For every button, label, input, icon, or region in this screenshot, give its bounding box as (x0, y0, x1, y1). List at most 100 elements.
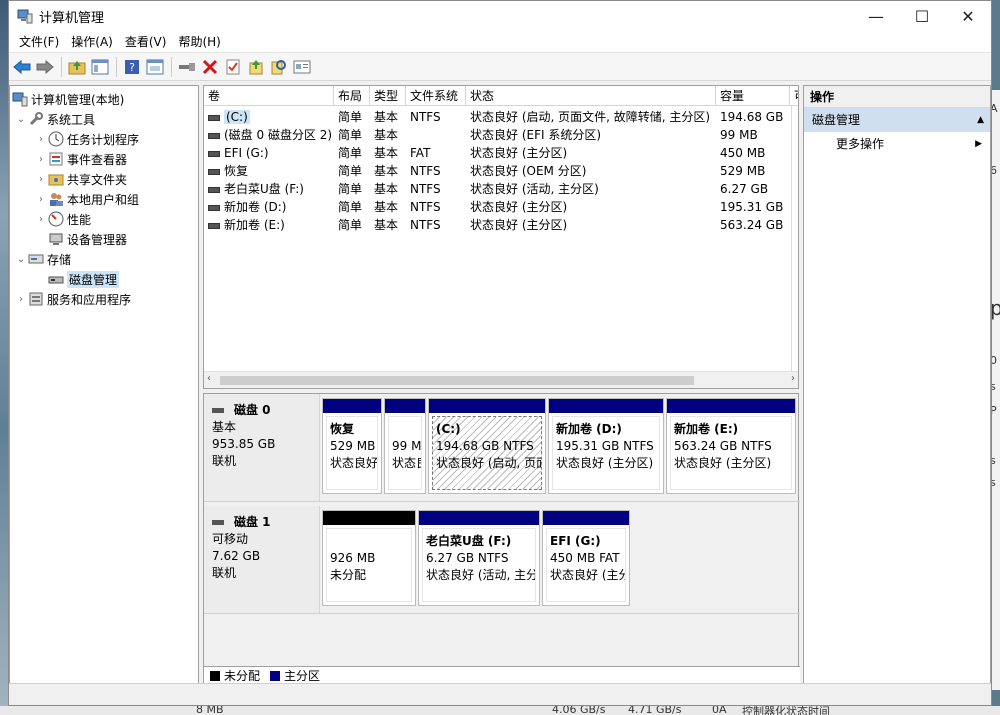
checklist-icon[interactable] (222, 56, 244, 78)
search-icon[interactable] (268, 56, 290, 78)
partition-size: 450 MB FAT (550, 551, 620, 565)
table-cell: 99 MB (720, 128, 758, 142)
column-header-type[interactable]: 类型 (370, 86, 406, 106)
column-header-filesystem[interactable]: 文件系统 (406, 86, 466, 106)
minimize-button[interactable]: — (853, 1, 899, 31)
column-header-free[interactable]: 可 (790, 86, 798, 106)
table-cell: 194.68 GB (720, 110, 784, 124)
partition-status: 状态良好 (330, 456, 378, 470)
table-row[interactable]: (C:) 简单 基本 NTFS 状态良好 (启动, 页面文件, 故障转储, 主分区) 19… (204, 108, 798, 126)
table-row[interactable]: (磁盘 0 磁盘分区 2)简单基本状态良好 (EFI 系统分区)99 MB9 (204, 126, 798, 144)
chevron-down-icon[interactable]: ⌄ (14, 114, 28, 125)
horizontal-scrollbar[interactable]: ‹ › (204, 371, 798, 388)
partition-name (392, 421, 418, 438)
disk-info[interactable]: 磁盘 1 可移动 7.62 GB 联机 (204, 506, 320, 613)
show-tree-icon[interactable] (89, 56, 111, 78)
scroll-right-icon[interactable]: › (791, 373, 795, 384)
bg-text: 控制器化状态时间 (742, 706, 830, 715)
menu-help[interactable]: 帮助(H) (172, 33, 226, 50)
tree-item-event-viewer[interactable]: › 事件查看器 (34, 149, 127, 169)
tree-item-storage[interactable]: ⌄ 存储 (14, 249, 71, 269)
tree-item-performance[interactable]: › 性能 (34, 209, 91, 229)
chevron-right-icon[interactable]: › (34, 214, 48, 225)
up-folder-icon[interactable] (66, 56, 88, 78)
partition-unallocated[interactable]: 926 MB 未分配 (322, 510, 416, 606)
import-icon[interactable] (245, 56, 267, 78)
partition-d[interactable]: 新加卷 (D:) 195.31 GB NTFS 状态良好 (主分区) (548, 398, 664, 494)
partition-recovery[interactable]: 恢复 529 MB 状态良好 (322, 398, 382, 494)
chevron-right-icon[interactable]: › (34, 174, 48, 185)
disk-size: 953.85 GB (212, 437, 276, 451)
tree-item-system-tools[interactable]: ⌄ 系统工具 (14, 109, 95, 129)
column-header-status[interactable]: 状态 (466, 86, 716, 106)
menu-action[interactable]: 操作(A) (65, 33, 119, 50)
connect-icon[interactable] (176, 56, 198, 78)
column-header-capacity[interactable]: 容量 (716, 86, 790, 106)
table-cell: 简单 (338, 146, 363, 160)
table-cell: FAT (410, 146, 431, 160)
tree-item-disk-management[interactable]: 磁盘管理 (48, 269, 120, 289)
close-button[interactable]: ✕ (945, 1, 991, 31)
chevron-right-icon[interactable]: › (34, 194, 48, 205)
partition-efi-system[interactable]: 99 M 状态良 (384, 398, 426, 494)
chevron-down-icon[interactable]: ⌄ (14, 254, 28, 265)
chevron-right-icon[interactable]: › (34, 134, 48, 145)
back-icon[interactable] (11, 56, 33, 78)
tree-item-device-manager[interactable]: 设备管理器 (48, 229, 127, 249)
table-row[interactable]: 恢复简单基本NTFS状态良好 (OEM 分区)529 MB8 (204, 162, 798, 180)
disk-icon (212, 520, 224, 525)
actions-section-disk-management[interactable]: 磁盘管理 ▲ (804, 108, 990, 132)
help-icon[interactable]: ? (121, 56, 143, 78)
properties-sheet-icon[interactable] (291, 56, 313, 78)
chevron-right-icon[interactable]: › (34, 154, 48, 165)
volume-icon (208, 204, 220, 211)
chevron-right-icon[interactable]: › (14, 294, 28, 305)
volume-name: 新加卷 (E:) (224, 218, 285, 232)
tree-item-local-users[interactable]: › 本地用户和组 (34, 189, 139, 209)
column-header-layout[interactable]: 布局 (334, 86, 370, 106)
forward-icon[interactable] (34, 56, 56, 78)
scroll-left-icon[interactable]: ‹ (207, 373, 211, 384)
title-bar[interactable]: 计算机管理 — ☐ ✕ (9, 1, 991, 31)
table-row[interactable]: 新加卷 (E:)简单基本NTFS状态良好 (主分区)563.24 GB5 (204, 216, 798, 234)
delete-icon[interactable] (199, 56, 221, 78)
partition-bar (419, 511, 539, 525)
disk-icon (212, 408, 224, 413)
partition-bar (385, 399, 425, 413)
menu-file[interactable]: 文件(F) (13, 33, 65, 50)
collapse-arrow-icon[interactable]: ▲ (977, 108, 984, 132)
disk-type: 基本 (212, 420, 237, 434)
table-cell: 新加卷 (E:) (204, 216, 334, 234)
menu-view[interactable]: 查看(V) (119, 33, 173, 50)
legend: 未分配 主分区 (204, 666, 800, 684)
table-row[interactable]: 新加卷 (D:)简单基本NTFS状态良好 (主分区)195.31 GB1 (204, 198, 798, 216)
tree-label: 系统工具 (47, 112, 96, 127)
svg-text:?: ? (129, 61, 135, 74)
column-header-volume[interactable]: 卷 (204, 86, 334, 106)
legend-swatch (270, 670, 281, 681)
tree-item-task-scheduler[interactable]: › 任务计划程序 (34, 129, 139, 149)
scrollbar-thumb[interactable] (220, 376, 694, 385)
partition-g[interactable]: EFI (G:) 450 MB FAT 状态良好 (主分 (542, 510, 630, 606)
partition-name: 新加卷 (E:) (674, 422, 739, 436)
tree-item-shared-folders[interactable]: › 共享文件夹 (34, 169, 127, 189)
table-row[interactable]: EFI (G:)简单基本FAT状态良好 (主分区)450 MB1 (204, 144, 798, 162)
table-cell: 简单 (338, 218, 363, 232)
partition-f[interactable]: 老白菜U盘 (F:) 6.27 GB NTFS 状态良好 (活动, 主分 (418, 510, 540, 606)
tree-item-services[interactable]: › 服务和应用程序 (14, 289, 131, 309)
more-actions-item[interactable]: 更多操作 ▶ (804, 132, 990, 156)
volume-name: 恢复 (224, 164, 249, 178)
partition-e[interactable]: 新加卷 (E:) 563.24 GB NTFS 状态良好 (主分区) (666, 398, 796, 494)
partition-c[interactable]: (C:) 194.68 GB NTFS 状态良好 (启动, 页面 (428, 398, 546, 494)
vertical-scrollbar[interactable] (791, 106, 798, 372)
disk-info[interactable]: 磁盘 0 基本 953.85 GB 联机 (204, 394, 320, 501)
tree-item-root[interactable]: 计算机管理(本地) (12, 89, 124, 109)
bg-text: 0A (712, 706, 727, 715)
storage-icon (28, 254, 44, 264)
properties-icon[interactable] (144, 56, 166, 78)
table-cell: 基本 (374, 146, 399, 160)
tree-label: 任务计划程序 (67, 132, 140, 147)
maximize-button[interactable]: ☐ (899, 1, 945, 31)
partition-size: 195.31 GB NTFS (556, 439, 654, 453)
table-row[interactable]: 老白菜U盘 (F:)简单基本NTFS状态良好 (活动, 主分区)6.27 GB5 (204, 180, 798, 198)
